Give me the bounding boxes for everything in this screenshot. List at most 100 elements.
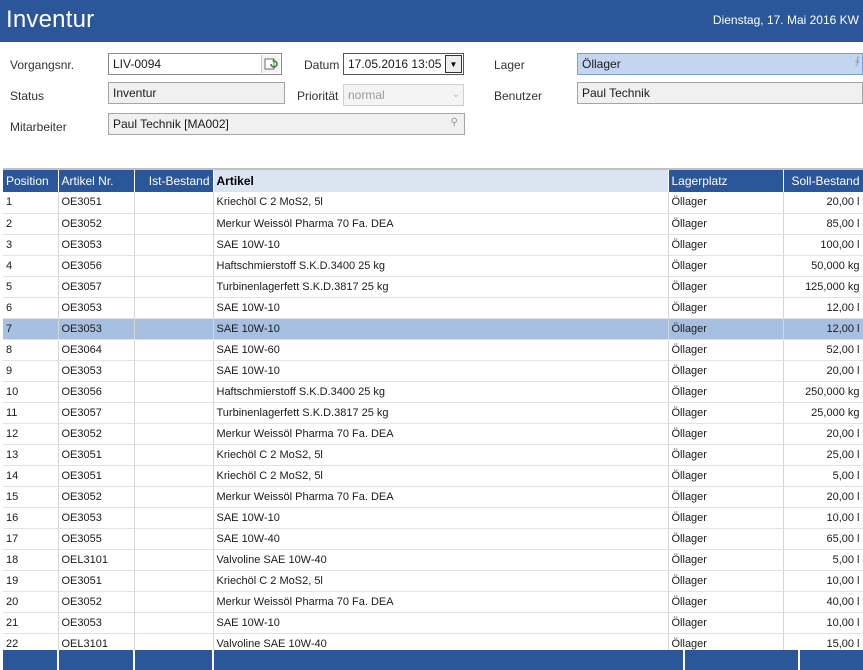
refresh-number-icon[interactable] [261, 55, 280, 73]
person-picker-icon[interactable]: ⚲ [451, 117, 458, 128]
cell-ist-bestand[interactable] [134, 297, 214, 319]
mitarbeiter-field[interactable]: Paul Technik [MA002] ⚲ [108, 113, 465, 135]
cell-lagerplatz: Öllager [668, 213, 784, 235]
table-header-row: Position Artikel Nr. Ist-Bestand Artikel… [3, 170, 863, 192]
cell-position: 10 [3, 381, 59, 403]
table-row[interactable]: 16 OE3053 SAE 10W-10 Öllager 10,00 l [3, 507, 863, 529]
cell-soll-bestand: 85,00 l [783, 213, 863, 235]
inventory-grid: Position Artikel Nr. Ist-Bestand Artikel… [3, 168, 863, 655]
cell-position: 12 [3, 423, 59, 445]
cell-ist-bestand[interactable] [134, 570, 214, 592]
vorgangsnr-field[interactable]: LIV-0094 [108, 53, 282, 75]
cell-artikel: SAE 10W-40 [213, 528, 669, 550]
cell-ist-bestand[interactable] [134, 507, 214, 529]
table-row[interactable]: 1 OE3051 Kriechöl C 2 MoS2, 5l Öllager 20,00… [3, 192, 863, 214]
datum-label: Datum [304, 58, 340, 72]
cell-position: 8 [3, 339, 59, 361]
cell-soll-bestand: 12,00 l [783, 318, 863, 340]
cell-ist-bestand[interactable] [134, 255, 214, 277]
chevron-down-icon: ⌄ [451, 89, 460, 100]
cell-artikel: SAE 10W-10 [213, 507, 669, 529]
cell-soll-bestand: 5,00 l [783, 549, 863, 571]
cell-ist-bestand[interactable] [134, 360, 214, 382]
table-row[interactable]: 20 OE3052 Merkur Weissöl Pharma 70 Fa. DEA… [3, 591, 863, 613]
col-header-artikel-nr[interactable]: Artikel Nr. [58, 170, 135, 192]
table-row[interactable]: 4 OE3056 Haftschmierstoff S.K.D.3400 25 kg… [3, 255, 863, 277]
cell-artikel: Kriechöl C 2 MoS2, 5l [213, 465, 669, 487]
cell-artikel-nr: OE3064 [58, 339, 135, 361]
cell-artikel: SAE 10W-10 [213, 234, 669, 256]
cell-ist-bestand[interactable] [134, 213, 214, 235]
cell-artikel-nr: OE3053 [58, 612, 135, 634]
cell-position: 1 [3, 192, 59, 214]
table-body: 1 OE3051 Kriechöl C 2 MoS2, 5l Öllager 20,00… [3, 192, 863, 655]
cell-ist-bestand[interactable] [134, 339, 214, 361]
lager-picker-icon[interactable]: ∮ [855, 56, 860, 67]
cell-ist-bestand[interactable] [134, 465, 214, 487]
table-row[interactable]: 19 OE3051 Kriechöl C 2 MoS2, 5l Öllager 10,0… [3, 570, 863, 592]
table-row[interactable]: 5 OE3057 Turbinenlagerfett S.K.D.3817 25 k… [3, 276, 863, 298]
col-header-soll-bestand[interactable]: Soll-Bestand [783, 170, 863, 192]
table-row[interactable]: 10 OE3056 Haftschmierstoff S.K.D.3400 25 k… [3, 381, 863, 403]
cell-position: 16 [3, 507, 59, 529]
datum-field[interactable]: 17.05.2016 13:05 ▼ [343, 53, 464, 75]
cell-lagerplatz: Öllager [668, 612, 784, 634]
cell-lagerplatz: Öllager [668, 234, 784, 256]
cell-ist-bestand[interactable] [134, 549, 214, 571]
col-header-artikel[interactable]: Artikel [213, 170, 669, 192]
cell-ist-bestand[interactable] [134, 318, 214, 340]
cell-ist-bestand[interactable] [134, 423, 214, 445]
table-row[interactable]: 9 OE3053 SAE 10W-10 Öllager 20,00 l [3, 360, 863, 382]
table-row[interactable]: 11 OE3057 Turbinenlagerfett S.K.D.3817 25 … [3, 402, 863, 424]
cell-artikel: Turbinenlagerfett S.K.D.3817 25 kg [213, 402, 669, 424]
cell-soll-bestand: 10,00 l [783, 612, 863, 634]
cell-soll-bestand: 250,000 kg [783, 381, 863, 403]
cell-ist-bestand[interactable] [134, 192, 214, 214]
table-row[interactable]: 8 OE3064 SAE 10W-60 Öllager 52,00 l [3, 339, 863, 361]
cell-ist-bestand[interactable] [134, 381, 214, 403]
table-row[interactable]: 12 OE3052 Merkur Weissöl Pharma 70 Fa. DEA… [3, 423, 863, 445]
cell-ist-bestand[interactable] [134, 486, 214, 508]
mitarbeiter-value: Paul Technik [MA002] [113, 117, 229, 131]
cell-ist-bestand[interactable] [134, 612, 214, 634]
col-header-ist-bestand[interactable]: Ist-Bestand [134, 170, 214, 192]
table-row[interactable]: 6 OE3053 SAE 10W-10 Öllager 12,00 l [3, 297, 863, 319]
table-row[interactable]: 7 OE3053 SAE 10W-10 Öllager 12,00 l [3, 318, 863, 340]
cell-artikel-nr: OE3057 [58, 402, 135, 424]
table-row[interactable]: 2 OE3052 Merkur Weissöl Pharma 70 Fa. DEA Ö… [3, 213, 863, 235]
table-row[interactable]: 15 OE3052 Merkur Weissöl Pharma 70 Fa. DEA… [3, 486, 863, 508]
footer-divider [683, 650, 685, 670]
cell-ist-bestand[interactable] [134, 276, 214, 298]
cell-ist-bestand[interactable] [134, 234, 214, 256]
cell-soll-bestand: 5,00 l [783, 465, 863, 487]
cell-ist-bestand[interactable] [134, 402, 214, 424]
date-dropdown-icon[interactable]: ▼ [445, 55, 462, 73]
cell-ist-bestand[interactable] [134, 591, 214, 613]
cell-ist-bestand[interactable] [134, 444, 214, 466]
status-field: Inventur [108, 82, 285, 104]
cell-lagerplatz: Öllager [668, 276, 784, 298]
lager-field[interactable]: Öllager ∮ [577, 53, 863, 75]
table-row[interactable]: 13 OE3051 Kriechöl C 2 MoS2, 5l Öllager 25,0… [3, 444, 863, 466]
cell-soll-bestand: 65,00 l [783, 528, 863, 550]
cell-lagerplatz: Öllager [668, 339, 784, 361]
table-row[interactable]: 3 OE3053 SAE 10W-10 Öllager 100,00 l [3, 234, 863, 256]
cell-position: 20 [3, 591, 59, 613]
table-row[interactable]: 14 OE3051 Kriechöl C 2 MoS2, 5l Öllager 5,00… [3, 465, 863, 487]
col-header-lagerplatz[interactable]: Lagerplatz [668, 170, 784, 192]
cell-position: 17 [3, 528, 59, 550]
cell-artikel: SAE 10W-10 [213, 360, 669, 382]
table-row[interactable]: 18 OEL3101 Valvoline SAE 10W-40 Öllager 5,00… [3, 549, 863, 571]
table-row[interactable]: 21 OE3053 SAE 10W-10 Öllager 10,00 l [3, 612, 863, 634]
cell-position: 18 [3, 549, 59, 571]
footer-divider [133, 650, 135, 670]
cell-soll-bestand: 12,00 l [783, 297, 863, 319]
cell-lagerplatz: Öllager [668, 444, 784, 466]
cell-soll-bestand: 50,000 kg [783, 255, 863, 277]
table-row[interactable]: 17 OE3055 SAE 10W-40 Öllager 65,00 l [3, 528, 863, 550]
inventory-table: Position Artikel Nr. Ist-Bestand Artikel… [3, 170, 863, 655]
col-header-position[interactable]: Position [3, 170, 59, 192]
cell-ist-bestand[interactable] [134, 528, 214, 550]
cell-position: 19 [3, 570, 59, 592]
cell-position: 3 [3, 234, 59, 256]
